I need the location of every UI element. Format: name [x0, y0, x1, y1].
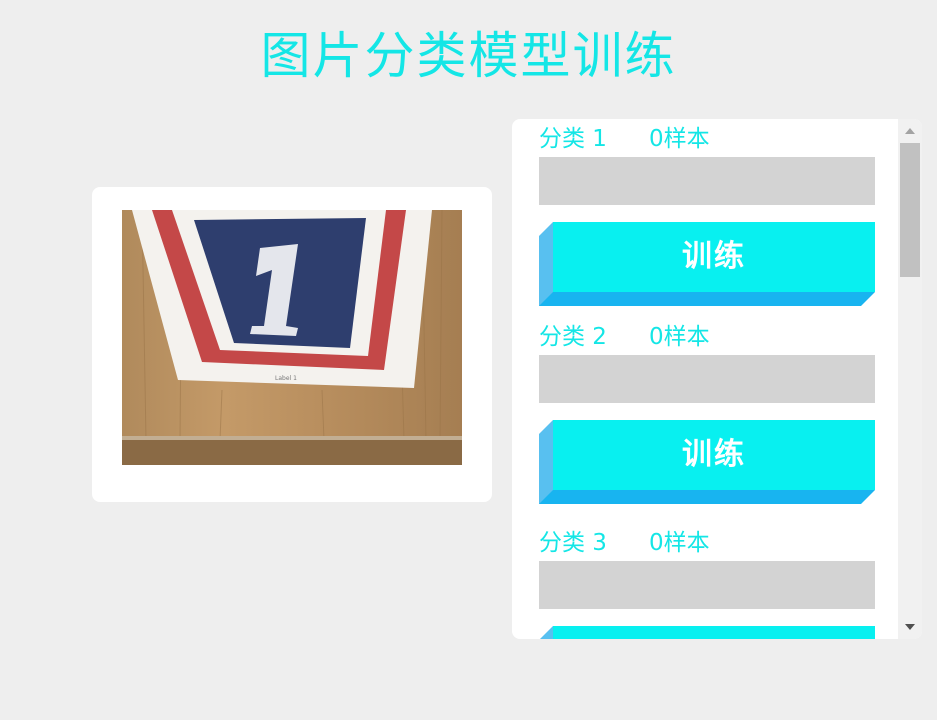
- camera-preview-card: Label 1: [92, 187, 492, 502]
- class-list: 分类 1 0样本 训练 分类 2 0样本 训练 分类 3 0样本: [512, 119, 898, 639]
- train-button-label: 训练: [682, 437, 746, 472]
- class-item-1: 分类 1 0样本 训练: [539, 121, 875, 306]
- camera-frame-image: Label 1: [122, 210, 462, 465]
- class-name: 分类 3: [539, 530, 607, 556]
- train-button-class-3[interactable]: 训练: [539, 626, 875, 639]
- train-button-label: 训练: [553, 626, 875, 639]
- scrollbar-thumb[interactable]: [900, 143, 920, 277]
- class-item-3: 分类 3 0样本 训练: [539, 525, 875, 639]
- train-button-class-2[interactable]: 训练: [539, 420, 875, 504]
- vertical-scrollbar[interactable]: [898, 119, 922, 639]
- class-name: 分类 1: [539, 126, 607, 152]
- class-header: 分类 2 0样本: [539, 319, 875, 355]
- camera-feed: Label 1: [122, 210, 462, 465]
- sample-strip[interactable]: [539, 355, 875, 403]
- sample-count: 0样本: [649, 530, 710, 556]
- triangle-up-icon[interactable]: [898, 121, 922, 141]
- sample-strip[interactable]: [539, 561, 875, 609]
- sample-strip[interactable]: [539, 157, 875, 205]
- triangle-down-icon[interactable]: [898, 617, 922, 637]
- class-header: 分类 3 0样本: [539, 525, 875, 561]
- page-title: 图片分类模型训练: [260, 27, 677, 85]
- class-item-2: 分类 2 0样本 训练: [539, 319, 875, 504]
- class-name: 分类 2: [539, 324, 607, 350]
- class-header: 分类 1 0样本: [539, 121, 875, 157]
- class-list-panel[interactable]: 分类 1 0样本 训练 分类 2 0样本 训练 分类 3 0样本: [512, 119, 922, 639]
- train-button-class-1[interactable]: 训练: [539, 222, 875, 306]
- sample-count: 0样本: [649, 126, 710, 152]
- train-button-label: 训练: [682, 239, 746, 274]
- sample-count: 0样本: [649, 324, 710, 350]
- svg-text:Label 1: Label 1: [275, 375, 297, 382]
